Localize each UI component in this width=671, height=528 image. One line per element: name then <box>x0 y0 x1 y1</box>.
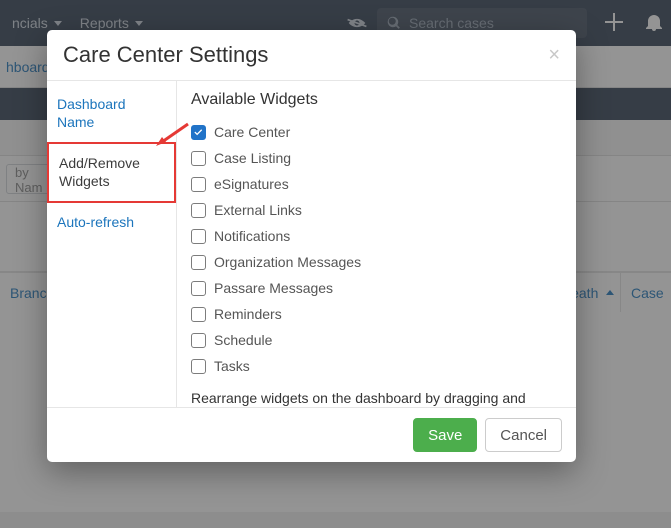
widget-checkbox[interactable] <box>191 151 206 166</box>
widget-checkbox[interactable] <box>191 333 206 348</box>
save-button[interactable]: Save <box>413 418 477 452</box>
widget-label: Organization Messages <box>214 254 361 270</box>
settings-tabs: Dashboard NameAdd/Remove WidgetsAuto-ref… <box>47 81 177 407</box>
widget-row: Reminders <box>191 301 562 327</box>
settings-modal: Care Center Settings × Dashboard NameAdd… <box>47 30 576 462</box>
widget-row: eSignatures <box>191 171 562 197</box>
widget-checkbox[interactable] <box>191 125 206 140</box>
widget-label: Reminders <box>214 306 282 322</box>
widget-label: Schedule <box>214 332 272 348</box>
widget-row: Notifications <box>191 223 562 249</box>
modal-title: Care Center Settings <box>63 42 268 68</box>
widget-checkbox[interactable] <box>191 307 206 322</box>
modal-footer: Save Cancel <box>47 407 576 462</box>
cancel-button[interactable]: Cancel <box>485 418 562 452</box>
settings-tab[interactable]: Auto-refresh <box>47 203 176 243</box>
widget-label: External Links <box>214 202 302 218</box>
settings-tab[interactable]: Dashboard Name <box>47 85 176 142</box>
widget-row: Passare Messages <box>191 275 562 301</box>
widget-label: Case Listing <box>214 150 291 166</box>
widget-label: Care Center <box>214 124 290 140</box>
panel-title: Available Widgets <box>191 91 562 109</box>
modal-header: Care Center Settings × <box>47 30 576 81</box>
settings-tab[interactable]: Add/Remove Widgets <box>47 142 176 203</box>
widget-checkbox[interactable] <box>191 281 206 296</box>
widget-row: Schedule <box>191 327 562 353</box>
widget-row: Case Listing <box>191 145 562 171</box>
widget-checkbox[interactable] <box>191 177 206 192</box>
hint-text: Rearrange widgets on the dashboard by dr… <box>191 389 562 407</box>
widgets-list: Care Center Case Listing eSignatures Extern… <box>191 119 562 379</box>
widget-checkbox[interactable] <box>191 229 206 244</box>
widget-checkbox[interactable] <box>191 255 206 270</box>
widget-row: Care Center <box>191 119 562 145</box>
widget-label: Notifications <box>214 228 290 244</box>
widget-row: External Links <box>191 197 562 223</box>
widget-label: Passare Messages <box>214 280 333 296</box>
widget-label: eSignatures <box>214 176 289 192</box>
widget-checkbox[interactable] <box>191 203 206 218</box>
widget-checkbox[interactable] <box>191 359 206 374</box>
widget-label: Tasks <box>214 358 250 374</box>
close-icon[interactable]: × <box>548 45 560 65</box>
widget-row: Tasks <box>191 353 562 379</box>
widget-row: Organization Messages <box>191 249 562 275</box>
widgets-panel: Available Widgets Care Center Case Listin… <box>177 81 576 407</box>
